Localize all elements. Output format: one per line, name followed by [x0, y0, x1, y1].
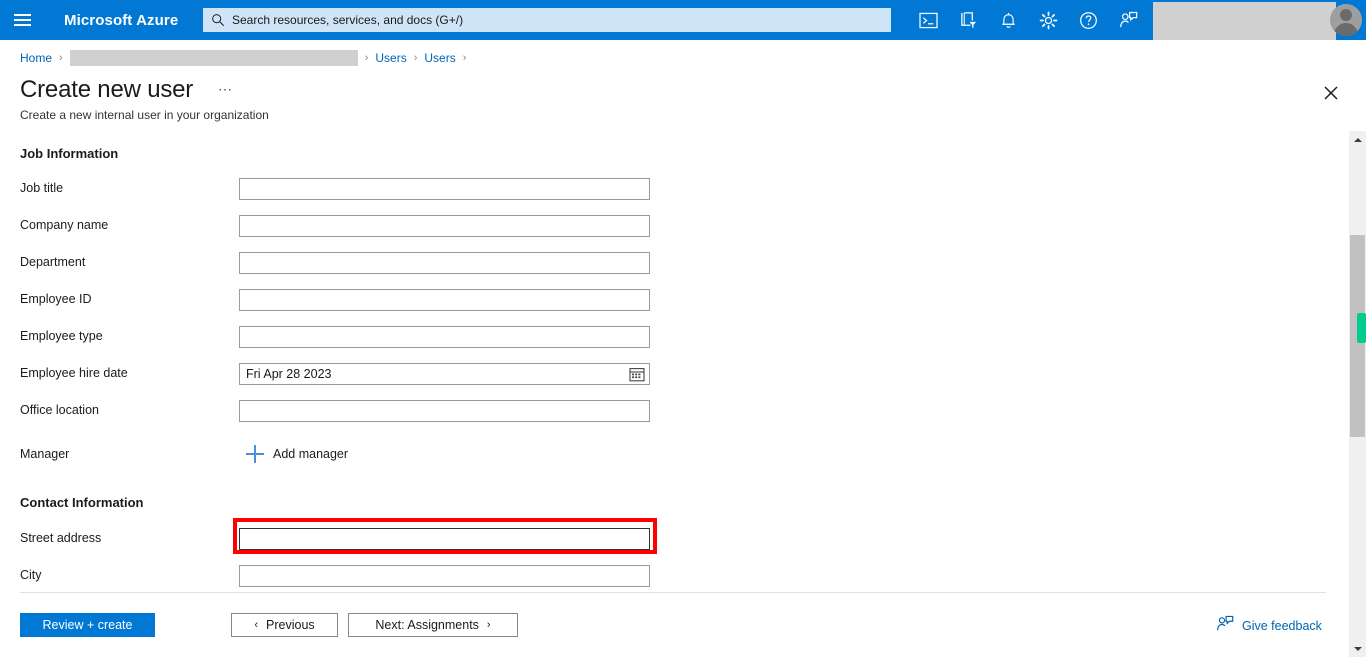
give-feedback-link[interactable]: Give feedback — [1216, 615, 1322, 637]
company-name-input[interactable] — [239, 215, 650, 237]
add-manager-button[interactable]: Add manager — [246, 442, 348, 466]
feedback-person-icon[interactable] — [1108, 0, 1148, 40]
plus-icon — [246, 445, 264, 463]
section-heading-contact-information: Contact Information — [20, 495, 144, 510]
feedback-person-icon — [1216, 615, 1234, 637]
breadcrumb-separator: › — [364, 52, 369, 64]
find-match-marker — [1357, 313, 1366, 343]
page-title: Create new user — [20, 76, 194, 103]
breadcrumb: Home › › Users › Users › — [20, 50, 473, 66]
directories-subscriptions-icon[interactable] — [948, 0, 988, 40]
top-nav-icon-group — [908, 0, 1148, 40]
account-info-redacted — [1153, 2, 1336, 40]
calendar-icon[interactable] — [629, 366, 645, 382]
breadcrumb-item-home[interactable]: Home — [20, 51, 52, 65]
previous-button[interactable]: ‹ Previous — [231, 613, 338, 637]
employee-type-input[interactable] — [239, 326, 650, 348]
cloud-shell-icon[interactable] — [908, 0, 948, 40]
hamburger-icon[interactable] — [0, 0, 44, 40]
label-manager: Manager — [20, 447, 70, 461]
label-department: Department — [20, 255, 86, 269]
label-company-name: Company name — [20, 218, 109, 232]
label-office-location: Office location — [20, 403, 99, 417]
avatar[interactable] — [1330, 4, 1362, 36]
section-heading-job-information: Job Information — [20, 146, 119, 161]
footer-divider — [20, 592, 1326, 593]
label-street-address: Street address — [20, 531, 102, 545]
job-title-input[interactable] — [239, 178, 650, 200]
label-city: City — [20, 568, 42, 582]
label-employee-type: Employee type — [20, 329, 103, 343]
close-icon[interactable] — [1318, 80, 1344, 106]
office-location-input[interactable] — [239, 400, 650, 422]
search-icon — [211, 13, 229, 27]
azure-brand-logo[interactable]: Microsoft Azure — [64, 12, 178, 29]
breadcrumb-separator: › — [59, 52, 63, 64]
search-input[interactable]: Search resources, services, and docs (G+… — [203, 8, 891, 32]
employee-hire-date-input[interactable] — [239, 363, 650, 385]
scroll-up-arrow[interactable] — [1349, 131, 1366, 148]
employee-id-input[interactable] — [239, 289, 650, 311]
more-menu-button[interactable]: ⋯ — [218, 82, 233, 96]
breadcrumb-separator: › — [462, 52, 467, 64]
notifications-bell-icon[interactable] — [988, 0, 1028, 40]
create-user-form: Job Information Job title Company name D… — [0, 132, 1346, 590]
label-employee-hire-date: Employee hire date — [20, 366, 128, 380]
next-assignments-button[interactable]: Next: Assignments › — [348, 613, 518, 637]
breadcrumb-item-users[interactable]: Users — [375, 51, 406, 65]
breadcrumb-item-redacted[interactable] — [69, 50, 358, 66]
add-manager-label: Add manager — [273, 447, 349, 461]
breadcrumb-separator: › — [413, 52, 418, 64]
department-input[interactable] — [239, 252, 650, 274]
give-feedback-label: Give feedback — [1242, 619, 1322, 633]
label-employee-id: Employee ID — [20, 292, 92, 306]
chevron-left-icon: ‹ — [254, 618, 259, 631]
settings-gear-icon[interactable] — [1028, 0, 1068, 40]
search-placeholder-text: Search resources, services, and docs (G+… — [232, 13, 464, 27]
help-question-icon[interactable] — [1068, 0, 1108, 40]
city-input[interactable] — [239, 565, 650, 587]
breadcrumb-item-users-2[interactable]: Users — [424, 51, 455, 65]
previous-label: Previous — [266, 618, 315, 632]
page-subtitle: Create a new internal user in your organ… — [20, 108, 269, 122]
review-create-button[interactable]: Review + create — [20, 613, 155, 637]
chevron-right-icon: › — [486, 618, 491, 631]
label-job-title: Job title — [20, 181, 64, 195]
next-label: Next: Assignments — [375, 618, 479, 632]
scroll-down-arrow[interactable] — [1349, 640, 1366, 657]
street-address-input[interactable] — [239, 528, 650, 550]
